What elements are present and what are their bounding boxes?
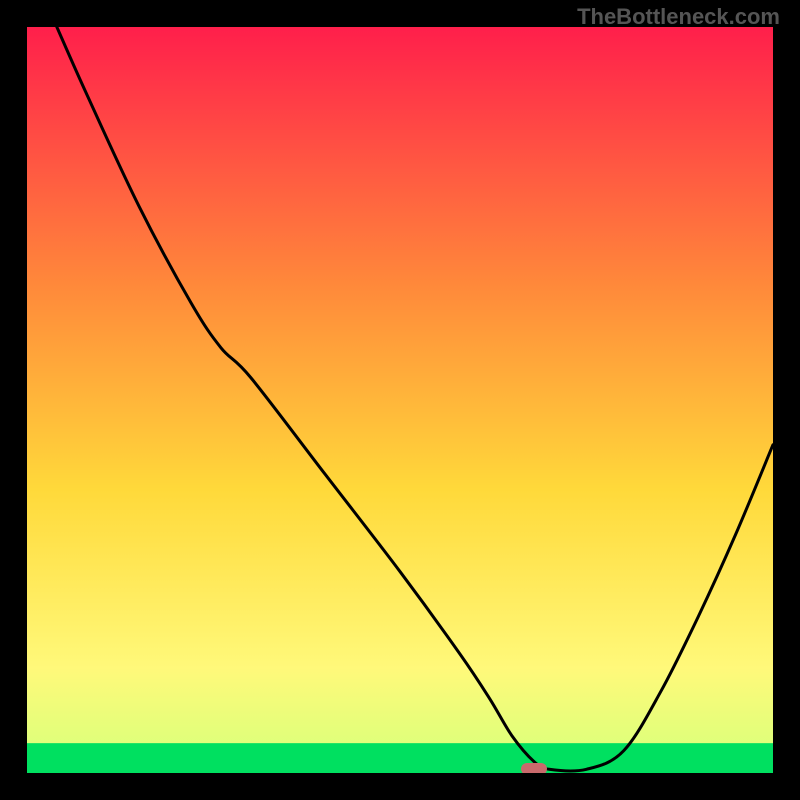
optimum-marker bbox=[521, 763, 547, 773]
green-band bbox=[27, 743, 773, 773]
gradient-background bbox=[27, 27, 773, 773]
chart-plot-area bbox=[27, 27, 773, 773]
watermark-text: TheBottleneck.com bbox=[577, 4, 780, 30]
chart-svg bbox=[27, 27, 773, 773]
